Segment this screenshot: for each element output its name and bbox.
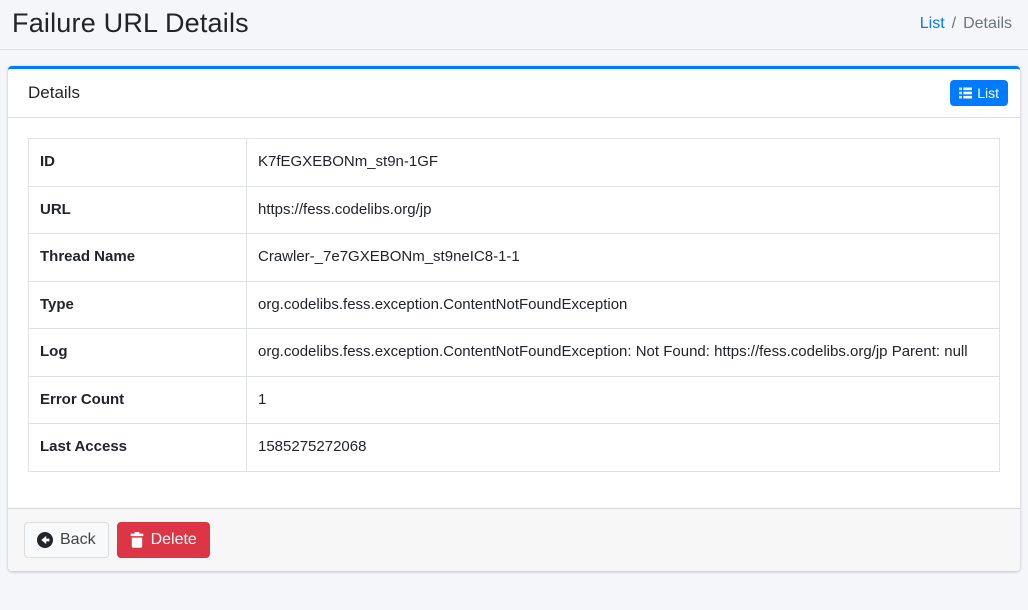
row-value: K7fEGXEBONm_st9n-1GF [247,139,1000,187]
row-value: Crawler-_7e7GXEBONm_st9neIC8-1-1 [247,234,1000,282]
table-row: Error Count 1 [29,376,1000,424]
table-row: Last Access 1585275272068 [29,424,1000,472]
card-footer: Back Delete [8,508,1020,571]
row-label: ID [29,139,247,187]
back-button[interactable]: Back [24,522,109,558]
content-header: Failure URL Details List / Details [0,0,1028,50]
row-label: Error Count [29,376,247,424]
row-value: 1585275272068 [247,424,1000,472]
table-row: Thread Name Crawler-_7e7GXEBONm_st9neIC8… [29,234,1000,282]
row-label: Last Access [29,424,247,472]
back-button-label: Back [60,529,96,551]
breadcrumb: List / Details [920,15,1012,33]
delete-button[interactable]: Delete [117,522,210,558]
details-card: Details List ID K7fEGXEBONm_st9n-1GF [8,66,1020,571]
row-value: org.codelibs.fess.exception.ContentNotFo… [247,281,1000,329]
row-value: https://fess.codelibs.org/jp [247,186,1000,234]
breadcrumb-link-list[interactable]: List [920,15,945,33]
table-row: Type org.codelibs.fess.exception.Content… [29,281,1000,329]
table-row: Log org.codelibs.fess.exception.ContentN… [29,329,1000,377]
list-button-label: List [977,85,999,101]
arrow-circle-left-icon [37,532,53,548]
row-value: 1 [247,376,1000,424]
row-label: Log [29,329,247,377]
row-label: URL [29,186,247,234]
card-header: Details List [8,69,1020,118]
table-row: URL https://fess.codelibs.org/jp [29,186,1000,234]
details-table: ID K7fEGXEBONm_st9n-1GF URL https://fess… [28,138,1000,472]
list-button[interactable]: List [950,80,1008,106]
card-title: Details [28,83,80,103]
trash-icon [130,532,144,548]
breadcrumb-current: Details [963,15,1012,33]
delete-button-label: Delete [151,529,197,551]
row-label: Type [29,281,247,329]
th-list-icon [959,87,972,99]
page-title: Failure URL Details [12,8,249,39]
card-body: ID K7fEGXEBONm_st9n-1GF URL https://fess… [8,118,1020,508]
row-label: Thread Name [29,234,247,282]
row-value: org.codelibs.fess.exception.ContentNotFo… [247,329,1000,377]
table-row: ID K7fEGXEBONm_st9n-1GF [29,139,1000,187]
breadcrumb-separator: / [952,15,956,33]
